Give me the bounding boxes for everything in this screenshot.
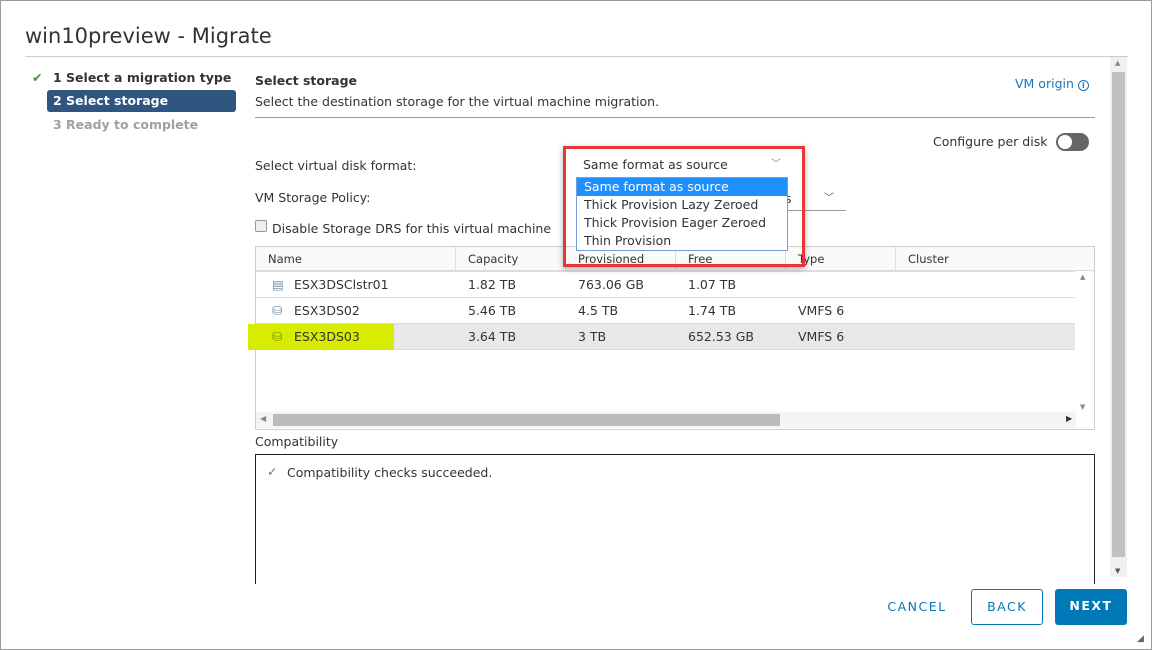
cell-name: ESX3DSClstr01 [294, 277, 389, 292]
compatibility-message: Compatibility checks succeeded. [287, 465, 493, 480]
column-header-type[interactable]: Type [786, 247, 896, 272]
cell-capacity: 5.46 TB [468, 303, 517, 318]
table-vertical-scrollbar[interactable]: ▲ ▼ [1075, 271, 1093, 413]
scrollbar-thumb[interactable] [273, 414, 780, 426]
column-header-cluster[interactable]: Cluster [896, 247, 1094, 272]
step-select-storage[interactable]: 2 Select storage [47, 90, 236, 112]
next-button[interactable]: NEXT [1055, 589, 1127, 625]
datastore-cluster-icon: ▤ [272, 277, 284, 292]
storage-policy-label: VM Storage Policy: [255, 190, 371, 205]
table-row[interactable]: ▤ ESX3DSClstr01 1.82 TB 763.06 GB 1.07 TB [256, 272, 1076, 298]
disk-format-label: Select virtual disk format: [255, 158, 417, 173]
cell-provisioned: 4.5 TB [578, 303, 619, 318]
cell-name: ESX3DS02 [294, 303, 360, 318]
chevron-down-icon: ﹀ [824, 193, 834, 204]
configure-per-disk-toggle[interactable] [1056, 133, 1089, 151]
cell-provisioned: 3 TB [578, 329, 607, 344]
table-row[interactable]: ⛁ ESX3DS03 3.64 TB 3 TB 652.53 GB VMFS 6 [248, 324, 1076, 350]
scrollbar-thumb[interactable] [1112, 72, 1125, 557]
divider [25, 56, 1128, 57]
configure-per-disk-label: Configure per disk [933, 134, 1048, 149]
cell-type: VMFS 6 [798, 329, 845, 344]
disable-drs-label: Disable Storage DRS for this virtual mac… [272, 221, 552, 236]
check-icon: ✔ [32, 70, 43, 85]
dropdown-option[interactable]: Thick Provision Lazy Zeroed [577, 196, 787, 214]
cancel-button[interactable]: CANCEL [875, 590, 959, 626]
info-icon: i [1077, 80, 1089, 91]
cell-free: 1.07 TB [688, 277, 737, 292]
datastore-icon: ⛁ [272, 303, 283, 318]
disk-format-select[interactable]: Same format as source ﹀ [577, 155, 787, 177]
divider [255, 117, 1095, 118]
resize-handle-icon[interactable]: ◢ [1137, 634, 1144, 644]
compatibility-label: Compatibility [255, 434, 339, 449]
vm-origin-label: VM origin [1015, 76, 1074, 91]
column-header-capacity[interactable]: Capacity [456, 247, 566, 272]
dialog-title: win10preview - Migrate [25, 24, 272, 48]
vm-origin-link[interactable]: VM origin i [1015, 76, 1089, 91]
chevron-down-icon: ﹀ [771, 159, 781, 170]
section-description: Select the destination storage for the v… [255, 94, 660, 109]
cell-provisioned: 763.06 GB [578, 277, 644, 292]
step-ready-to-complete: 3 Ready to complete [53, 117, 199, 132]
page-scrollbar[interactable]: ▲ ▼ [1110, 57, 1127, 577]
cell-free: 1.74 TB [688, 303, 737, 318]
cell-capacity: 3.64 TB [468, 329, 517, 344]
dropdown-option[interactable]: Thin Provision [577, 232, 787, 250]
cell-name: ESX3DS03 [294, 329, 360, 344]
back-button[interactable]: BACK [971, 589, 1043, 625]
column-header-name[interactable]: Name [256, 247, 456, 272]
cell-capacity: 1.82 TB [468, 277, 517, 292]
compatibility-box: ✓ Compatibility checks succeeded. [255, 454, 1095, 584]
table-row[interactable]: ⛁ ESX3DS02 5.46 TB 4.5 TB 1.74 TB VMFS 6 [256, 298, 1076, 324]
cell-type: VMFS 6 [798, 303, 845, 318]
datastore-icon: ⛁ [272, 329, 283, 344]
disk-format-dropdown: Same format as source Thick Provision La… [576, 177, 788, 251]
step-migration-type[interactable]: 1 Select a migration type [47, 67, 236, 89]
dropdown-option[interactable]: Thick Provision Eager Zeroed [577, 214, 787, 232]
dropdown-option[interactable]: Same format as source [577, 178, 787, 196]
disable-drs-checkbox[interactable] [255, 220, 267, 232]
cell-free: 652.53 GB [688, 329, 754, 344]
disk-format-value: Same format as source [583, 157, 728, 172]
table-horizontal-scrollbar[interactable]: ◀ ▶ [256, 412, 1076, 428]
check-icon: ✓ [267, 464, 278, 479]
section-heading: Select storage [255, 73, 358, 88]
